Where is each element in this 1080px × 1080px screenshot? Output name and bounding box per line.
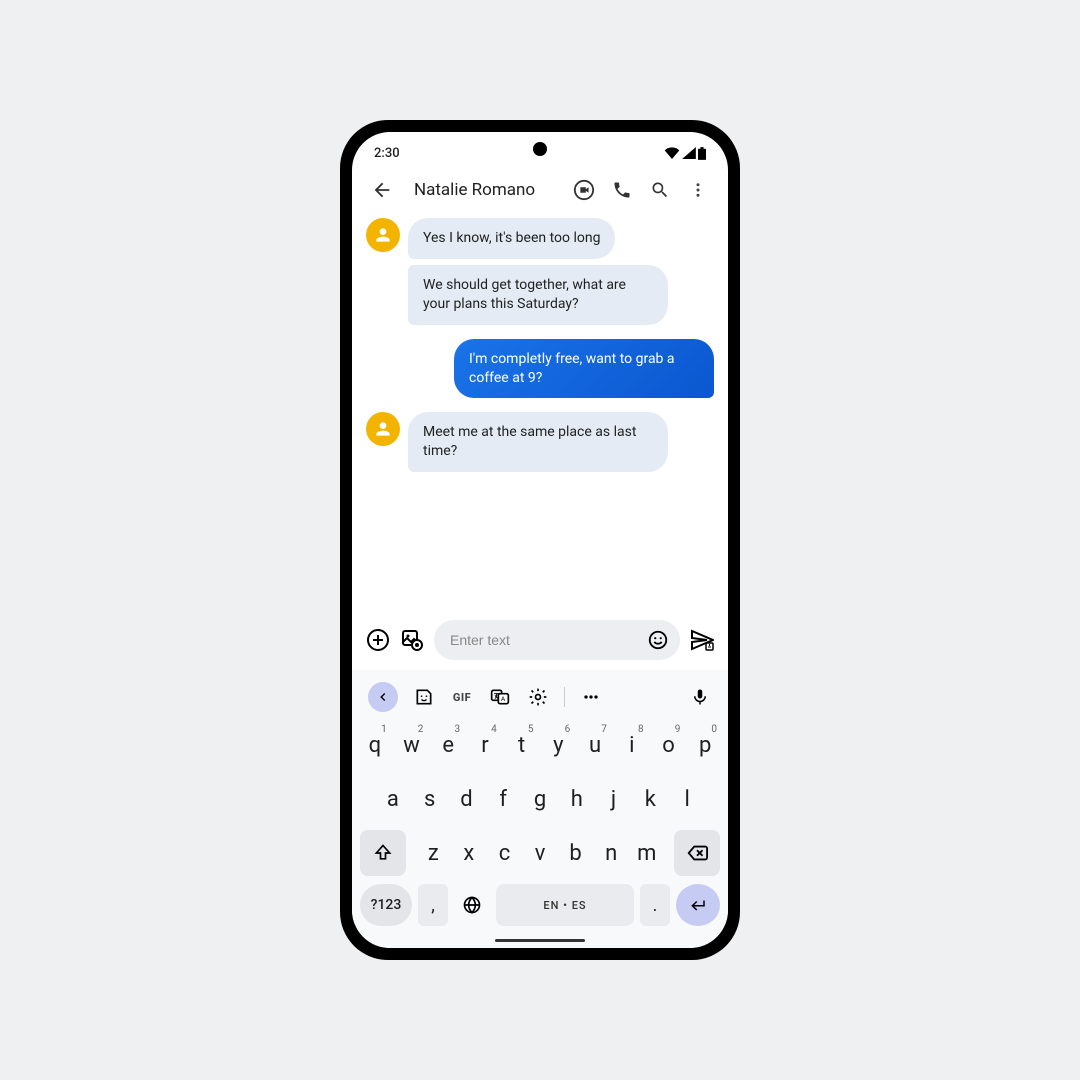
key-u[interactable]: u7 <box>578 722 612 768</box>
keyboard-row-1: q1w2e3r4t5y6u7i8o9p0 <box>358 722 722 768</box>
back-button[interactable] <box>370 178 394 202</box>
keyboard-row-2: asdfghjkl <box>358 776 722 822</box>
key-p[interactable]: p0 <box>688 722 722 768</box>
key-w[interactable]: w2 <box>395 722 429 768</box>
symbols-key[interactable]: ?123 <box>360 884 412 926</box>
video-call-button[interactable] <box>572 178 596 202</box>
svg-text:A: A <box>501 695 506 703</box>
key-n[interactable]: n <box>595 830 628 876</box>
keyboard-row-3: zxcvbnm <box>358 830 722 876</box>
message-bubble-incoming[interactable]: We should get together, what are your pl… <box>408 265 668 325</box>
period-key[interactable]: . <box>640 884 670 926</box>
key-s[interactable]: s <box>413 776 447 822</box>
wifi-icon <box>664 147 680 159</box>
camera-cutout <box>533 142 547 156</box>
key-m[interactable]: m <box>630 830 663 876</box>
key-v[interactable]: v <box>524 830 557 876</box>
status-time: 2:30 <box>374 146 400 161</box>
search-button[interactable] <box>648 178 672 202</box>
sticker-button[interactable] <box>412 685 436 709</box>
key-l[interactable]: l <box>670 776 704 822</box>
enter-key[interactable] <box>676 884 720 926</box>
battery-icon <box>698 147 706 160</box>
send-button[interactable] <box>690 628 714 652</box>
message-bubble-outgoing[interactable]: I'm completly free, want to grab a coffe… <box>454 339 714 399</box>
message-bubble-incoming[interactable]: Yes I know, it's been too long <box>408 218 615 259</box>
keyboard-toolbar: GIF A <box>358 678 722 722</box>
message-bubble-incoming[interactable]: Meet me at the same place as last time? <box>408 412 668 472</box>
key-j[interactable]: j <box>597 776 631 822</box>
message-list[interactable]: Yes I know, it's been too long We should… <box>352 212 728 614</box>
phone-frame: 2:30 Natalie Romano <box>340 120 740 960</box>
key-e[interactable]: e3 <box>431 722 465 768</box>
screen: 2:30 Natalie Romano <box>352 132 728 948</box>
shift-key[interactable] <box>360 830 406 876</box>
key-k[interactable]: k <box>633 776 667 822</box>
comma-key[interactable]: , <box>418 884 448 926</box>
key-b[interactable]: b <box>559 830 592 876</box>
contact-name[interactable]: Natalie Romano <box>414 180 558 200</box>
key-c[interactable]: c <box>488 830 521 876</box>
message-input-field[interactable] <box>434 620 680 660</box>
avatar[interactable] <box>366 412 400 446</box>
add-attachment-button[interactable] <box>366 628 390 652</box>
keyboard-more-button[interactable] <box>579 685 603 709</box>
voice-input-button[interactable] <box>688 685 712 709</box>
key-g[interactable]: g <box>523 776 557 822</box>
key-d[interactable]: d <box>450 776 484 822</box>
call-button[interactable] <box>610 178 634 202</box>
key-x[interactable]: x <box>453 830 486 876</box>
language-key[interactable] <box>454 884 490 926</box>
message-row: I'm completly free, want to grab a coffe… <box>366 339 714 399</box>
composer <box>352 614 728 670</box>
key-i[interactable]: i8 <box>615 722 649 768</box>
keyboard-settings-button[interactable] <box>526 685 550 709</box>
keyboard: GIF A q1w2e3r4t5y6u7i8o9p0 asdfghjkl <box>352 670 728 948</box>
key-r[interactable]: r4 <box>468 722 502 768</box>
key-t[interactable]: t5 <box>505 722 539 768</box>
key-h[interactable]: h <box>560 776 594 822</box>
emoji-button[interactable] <box>646 628 670 652</box>
key-y[interactable]: y6 <box>542 722 576 768</box>
keyboard-row-4: ?123 , EN • ES . <box>358 884 722 926</box>
message-row: Yes I know, it's been too long <box>366 218 714 259</box>
message-row: Meet me at the same place as last time? <box>366 412 714 472</box>
backspace-key[interactable] <box>674 830 720 876</box>
key-o[interactable]: o9 <box>652 722 686 768</box>
app-bar: Natalie Romano <box>352 166 728 212</box>
separator <box>564 687 565 707</box>
signal-icon <box>682 147 696 159</box>
more-menu-button[interactable] <box>686 178 710 202</box>
keyboard-collapse-button[interactable] <box>368 682 398 712</box>
key-q[interactable]: q1 <box>358 722 392 768</box>
gallery-button[interactable] <box>400 628 424 652</box>
avatar[interactable] <box>366 218 400 252</box>
nav-handle[interactable] <box>495 939 585 942</box>
translate-button[interactable]: A <box>488 685 512 709</box>
message-input[interactable] <box>450 632 638 648</box>
space-key[interactable]: EN • ES <box>496 884 634 926</box>
gif-button[interactable]: GIF <box>450 685 474 709</box>
message-row: We should get together, what are your pl… <box>366 265 714 325</box>
key-f[interactable]: f <box>486 776 520 822</box>
key-a[interactable]: a <box>376 776 410 822</box>
key-z[interactable]: z <box>417 830 450 876</box>
status-icons <box>664 147 706 160</box>
